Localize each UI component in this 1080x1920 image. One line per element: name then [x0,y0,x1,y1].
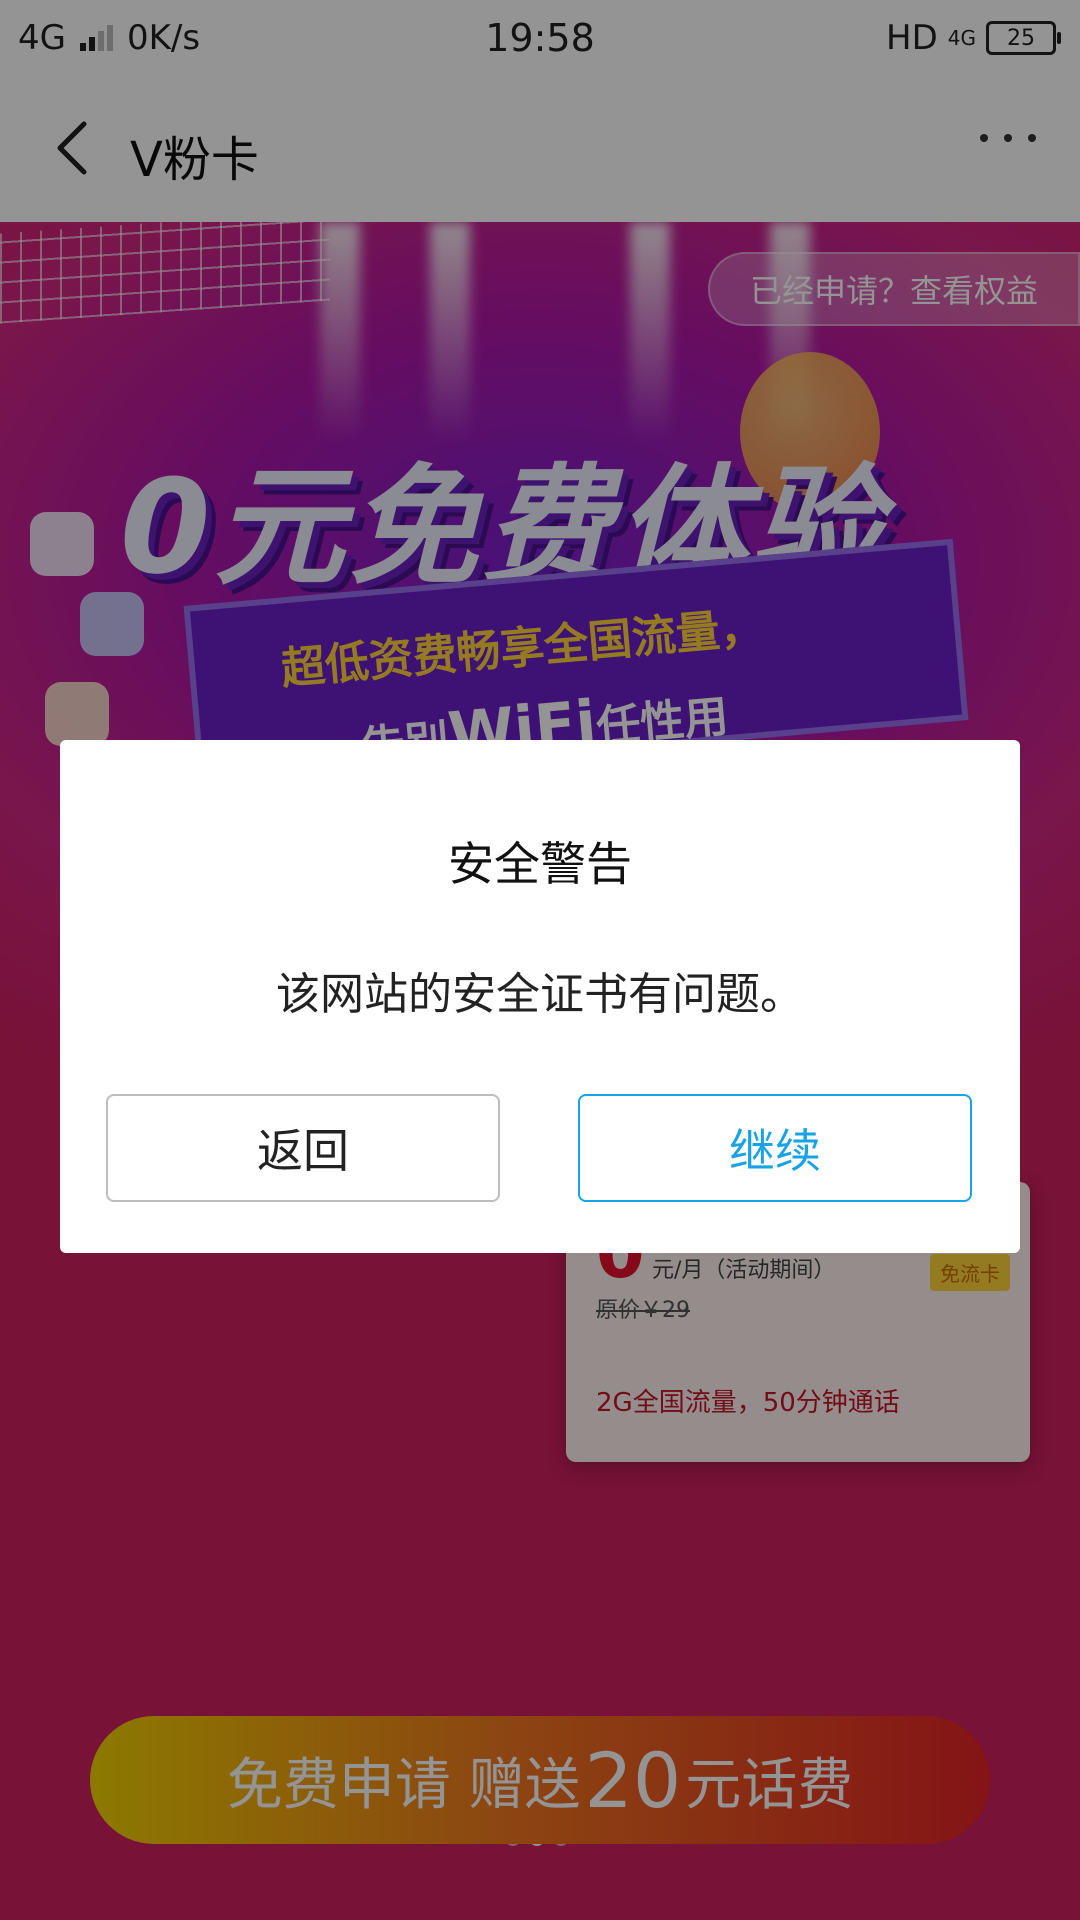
back-button[interactable]: 返回 [106,1094,500,1202]
dialog-message: 该网站的安全证书有问题。 [276,969,804,1020]
dialog-title: 安全警告 [448,837,632,891]
continue-button[interactable]: 继续 [578,1094,972,1202]
security-warning-dialog: 安全警告 该网站的安全证书有问题。 返回 继续 [60,740,1020,1253]
